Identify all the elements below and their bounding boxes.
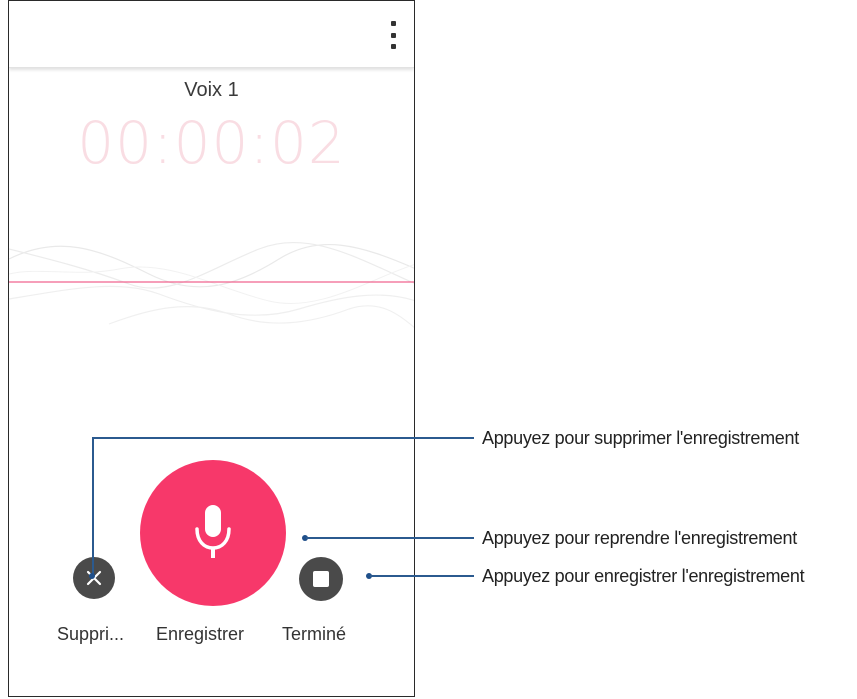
callout-delete: Appuyez pour supprimer l'enregistrement [482,428,799,448]
done-label: Terminé [282,624,347,644]
callout-line-done [370,575,474,577]
app-bar [9,1,414,68]
stop-icon [313,571,329,587]
recording-timer: 00:00:02 [77,109,346,177]
more-vert-icon[interactable] [386,21,400,49]
callout-done: Appuyez pour enregistrer l'enregistremen… [482,566,805,586]
callout-line-delete-horizontal [92,437,474,439]
callout-record: Appuyez pour reprendre l'enregistrement [482,528,797,548]
record-button[interactable] [140,460,286,606]
recording-title: Voix 1 [184,79,239,101]
callout-line-delete-vertical [92,437,94,575]
done-button[interactable] [299,557,343,601]
figure: Voix 1 00:00:02 Suppri... Enregistrer Te… [0,0,857,699]
waveform [9,241,414,329]
callout-dot-delete [89,573,95,579]
record-label: Enregistrer [156,624,245,644]
microphone-icon [195,505,231,558]
delete-label: Suppri... [57,624,125,644]
callout-line-record [306,537,474,539]
phone-screen: Voix 1 00:00:02 [8,0,415,697]
